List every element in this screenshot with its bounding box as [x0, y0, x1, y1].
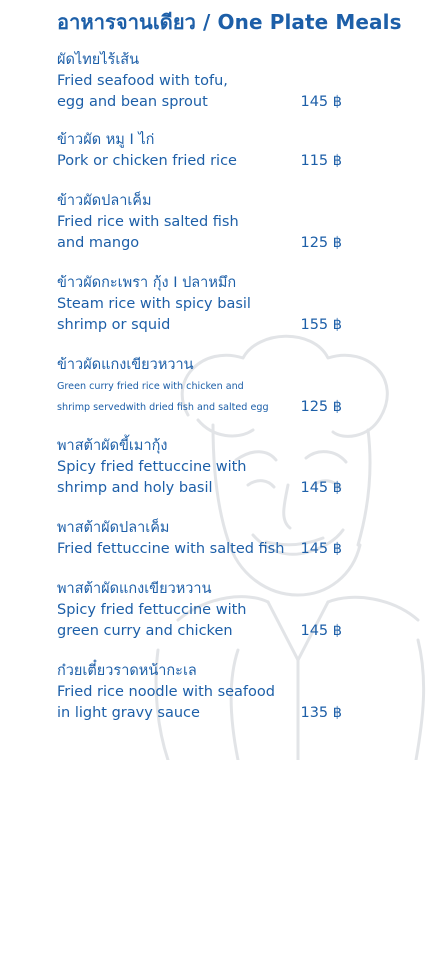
menu-item-price: 155 ฿ — [300, 317, 342, 333]
menu-item-thai-name: ข้าวผัดแกงเขียวหวาน — [57, 357, 194, 373]
menu-item-thai-name: ข้าวผัด หมู I ไก่ — [57, 132, 155, 148]
menu-item: ข้าวผัดแกงเขียวหวาน Green curry fried ri… — [57, 355, 347, 418]
menu-item-price: 135 ฿ — [300, 705, 342, 721]
menu-item-thai-name: ข้าวผัดกะเพรา กุ้ง I ปลาหมึก — [57, 275, 237, 291]
menu-item: ข้าวผัดกะเพรา กุ้ง I ปลาหมึก Steam rice … — [57, 273, 347, 336]
menu-item-price: 145 ฿ — [300, 480, 342, 496]
menu-item-description: Fried seafood with tofu, — [57, 73, 228, 89]
menu-item: ข้าวผัด หมู I ไก่ Pork or chicken fried … — [57, 130, 347, 172]
menu-item: ข้าวผัดปลาเค็ม Fried rice with salted fi… — [57, 191, 347, 254]
menu-item-description: Spicy fried fettuccine with — [57, 459, 247, 475]
menu-item-thai-name: พาสต้าผัดปลาเค็ม — [57, 520, 170, 536]
menu-item-description: Green curry fried rice with chicken and — [57, 381, 244, 392]
menu-item: ผัดไทยไร้เส้น Fried seafood with tofu, e… — [57, 50, 347, 113]
menu-item-thai-name: ก๋วยเตี๋ยวราดหน้ากะเล — [57, 663, 197, 679]
menu-item: พาสต้าผัดปลาเค็ม Fried fettuccine with s… — [57, 518, 347, 560]
menu-item-description: Spicy fried fettuccine with — [57, 602, 247, 618]
menu-item-price: 115 ฿ — [300, 153, 342, 169]
menu-item-price: 145 ฿ — [300, 94, 342, 110]
menu-item-thai-name: ผัดไทยไร้เส้น — [57, 52, 140, 68]
menu-item-description: Fried rice noodle with seafood — [57, 684, 275, 700]
menu-item: ก๋วยเตี๋ยวราดหน้ากะเล Fried rice noodle … — [57, 661, 347, 724]
menu-item-thai-name: พาสต้าผัดขี้เมากุ้ง — [57, 438, 168, 454]
menu-item-thai-name: ข้าวผัดปลาเค็ม — [57, 193, 152, 209]
menu-item-description: Steam rice with spicy basil — [57, 296, 251, 312]
menu-item-price: 145 ฿ — [300, 541, 342, 557]
menu-item: พาสต้าผัดขี้เมากุ้ง Spicy fried fettucci… — [57, 436, 347, 499]
menu-item-price: 125 ฿ — [300, 235, 342, 251]
menu-item-thai-name: พาสต้าผัดแกงเขียวหวาน — [57, 581, 212, 597]
menu-item-price: 125 ฿ — [300, 399, 342, 415]
menu-item: พาสต้าผัดแกงเขียวหวาน Spicy fried fettuc… — [57, 579, 347, 642]
menu-title: อาหารจานเดียว / One Plate Meals — [57, 10, 402, 34]
menu-item-description: Fried rice with salted fish — [57, 214, 239, 230]
menu-item-price: 145 ฿ — [300, 623, 342, 639]
